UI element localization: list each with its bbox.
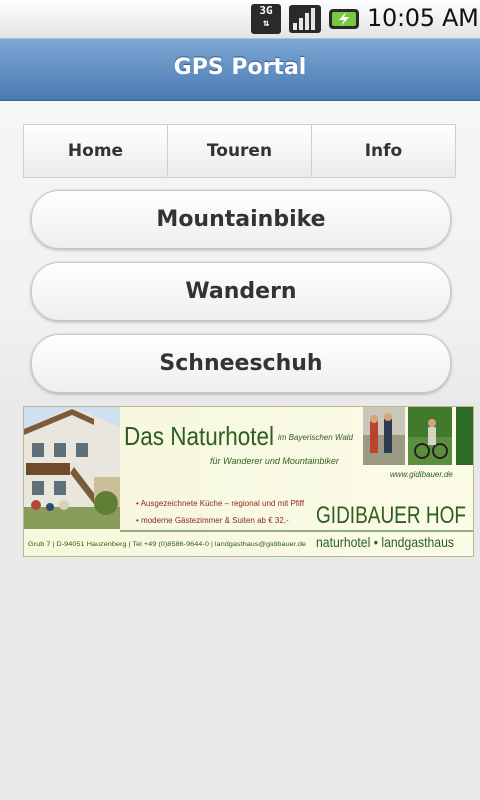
network-type-label: 3G: [259, 4, 273, 17]
nav-touren-tab[interactable]: Touren: [168, 125, 312, 177]
signal-strength-icon: [289, 5, 321, 33]
app-header: GPS Portal: [0, 39, 480, 101]
hotel-ad-banner[interactable]: Das Naturhotel im Bayerischen Wald für W…: [23, 406, 474, 557]
nav-info-tab[interactable]: Info: [312, 125, 455, 177]
ad-bullet-2: • moderne Gästezimmer & Suiten ab € 32,-: [136, 516, 289, 525]
content-area: Home Touren Info Mountainbike Wandern Sc…: [0, 101, 480, 800]
ad-address: Grub 7 | D-94051 Hauzenberg | Tel +49 (0…: [28, 541, 306, 548]
network-3g-icon: 3G ⇅: [251, 4, 281, 34]
ad-graphic: Das Naturhotel im Bayerischen Wald für W…: [24, 407, 473, 556]
nav-home-tab[interactable]: Home: [24, 125, 168, 177]
ad-website: www.gidibauer.de: [390, 470, 453, 479]
battery-charging-icon: [329, 9, 359, 29]
house-photo: [24, 407, 120, 529]
navbar: Home Touren Info: [23, 124, 456, 178]
page-title: GPS Portal: [173, 55, 307, 80]
ad-brand-sub: naturhotel • landgasthaus: [316, 534, 454, 550]
ad-brand: GIDIBAUER HOF: [316, 502, 466, 529]
wandern-button[interactable]: Wandern: [31, 262, 451, 321]
mountainbike-button[interactable]: Mountainbike: [31, 190, 451, 249]
ad-bullet-1: • Ausgezeichnete Küche – regional und mi…: [136, 499, 305, 508]
hikers-photo: [363, 407, 405, 465]
status-bar: 3G ⇅ 10:05 AM: [0, 0, 480, 39]
ad-headline: Das Naturhotel: [124, 421, 274, 451]
schneeschuh-button[interactable]: Schneeschuh: [31, 334, 451, 393]
ad-headline-sub: im Bayerischen Wald: [278, 433, 354, 442]
bikers-photo: [408, 407, 452, 465]
status-time: 10:05 AM: [367, 4, 479, 32]
ad-tagline: für Wanderer und Mountainbiker: [210, 456, 340, 466]
